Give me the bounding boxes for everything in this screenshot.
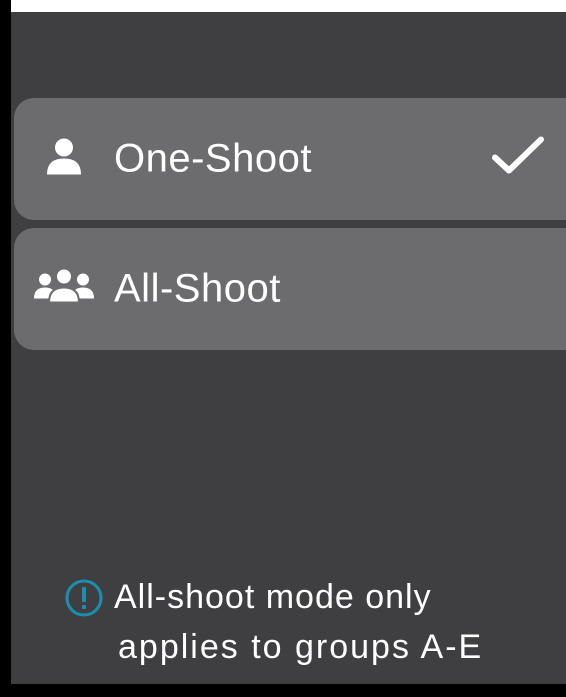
option-label: One-Shoot (114, 136, 312, 181)
option-all-shoot[interactable]: All-Shoot (14, 228, 566, 350)
option-one-shoot[interactable]: One-Shoot (14, 98, 566, 220)
note-line-2: applies to groups A-E (118, 628, 484, 666)
frame-border-left (0, 0, 11, 697)
note-line-1: All-shoot mode only (114, 578, 432, 616)
person-icon (44, 137, 84, 182)
frame-border-bottom (0, 684, 566, 697)
group-icon (34, 267, 94, 312)
option-label: All-Shoot (114, 266, 281, 311)
checkmark-icon (492, 136, 544, 182)
info-icon (64, 578, 104, 632)
